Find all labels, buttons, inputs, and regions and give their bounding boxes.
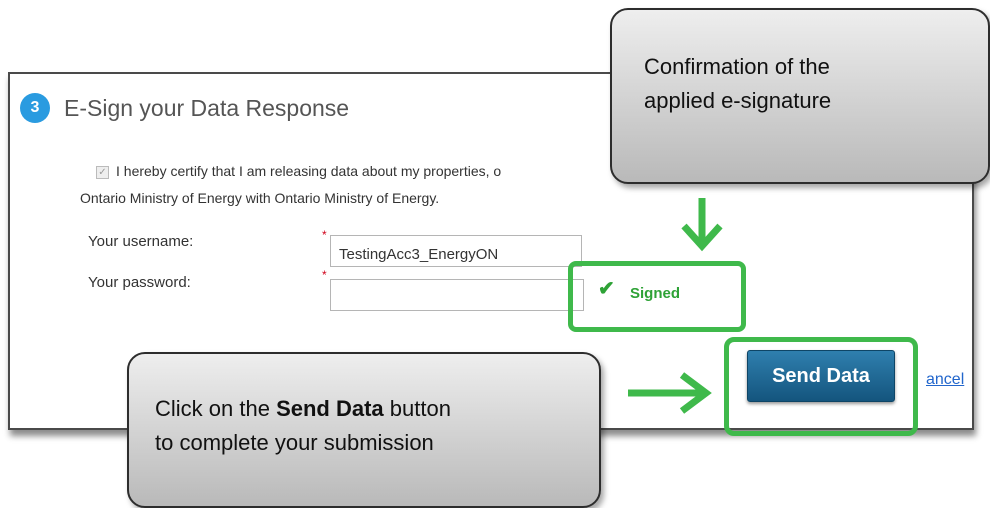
- callout-instructions: Click on the Send Data button to complet…: [127, 352, 601, 508]
- password-field[interactable]: [330, 279, 584, 311]
- required-marker: *: [322, 268, 327, 282]
- certify-text-line1: I hereby certify that I am releasing dat…: [116, 163, 502, 179]
- send-data-button[interactable]: Send Data: [747, 350, 895, 402]
- required-marker: *: [322, 228, 327, 242]
- callout-bottom-line2: to complete your submission: [155, 430, 434, 455]
- arrow-right-icon: [628, 372, 712, 414]
- callout-bottom-line1: Click on the Send Data button: [155, 392, 599, 426]
- password-label: Your password:: [88, 274, 191, 291]
- signed-status: Signed: [630, 285, 681, 302]
- certify-text-line2: Ontario Ministry of Energy with Ontario …: [80, 190, 440, 206]
- callout-top-line1: Confirmation of the: [644, 54, 830, 79]
- section-title: E-Sign your Data Response: [64, 95, 350, 121]
- username-field[interactable]: [330, 235, 582, 267]
- step-number-badge: 3: [20, 93, 50, 123]
- checkmark-icon: ✔: [598, 278, 615, 300]
- callout-confirmation: Confirmation of the applied e-signature: [610, 8, 990, 184]
- callout-top-line2: applied e-signature: [644, 88, 832, 113]
- cancel-link[interactable]: ancel: [926, 371, 972, 389]
- username-label: Your username:: [88, 233, 194, 250]
- callout-text: Click on the: [155, 396, 277, 421]
- callout-text: button: [383, 396, 451, 421]
- certify-checkbox[interactable]: ✓: [96, 166, 109, 179]
- callout-bold-text: Send Data: [276, 396, 384, 421]
- arrow-down-icon: [681, 198, 723, 252]
